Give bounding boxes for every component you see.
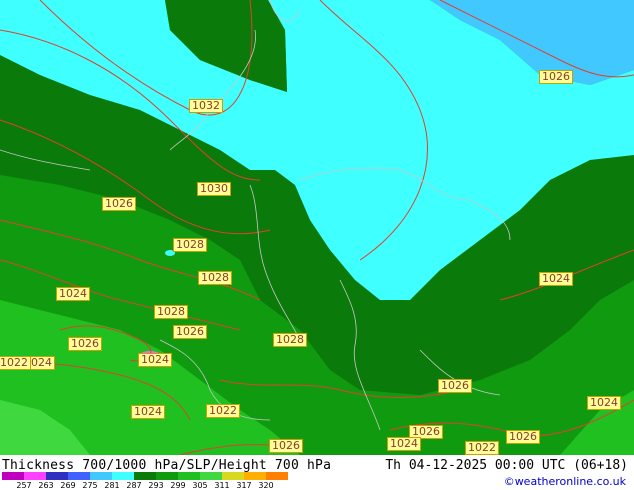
scale-swatch <box>134 472 156 480</box>
scale-tick-label: 275 <box>82 481 98 490</box>
scale-tick-label: 257 <box>16 481 32 490</box>
scale-swatch <box>200 472 222 480</box>
color-scale: 257 263 269 275 281 287 293 299 305 311 317 320 <box>2 472 302 490</box>
pressure-label: 1022 <box>0 356 31 370</box>
pressure-label: 1032 <box>189 99 223 113</box>
scale-tick-label: 269 <box>60 481 76 490</box>
pressure-label: 1024 <box>138 353 172 367</box>
scale-tick-label: 287 <box>126 481 142 490</box>
footer: Thickness 700/1000 hPa/SLP/Height 700 hP… <box>0 455 634 490</box>
scale-swatch <box>2 472 24 480</box>
scale-swatch <box>112 472 134 480</box>
pressure-label: 1024 <box>587 396 621 410</box>
pressure-label: 1024 <box>131 405 165 419</box>
scale-swatch <box>24 472 46 480</box>
scale-tick-label: 299 <box>170 481 186 490</box>
pressure-label: 1026 <box>68 337 102 351</box>
scale-swatch <box>244 472 266 480</box>
pressure-label: 1028 <box>273 333 307 347</box>
scale-swatch <box>156 472 178 480</box>
map-title: Thickness 700/1000 hPa/SLP/Height 700 hP… <box>2 458 332 473</box>
scale-tick-label: 320 <box>258 481 274 490</box>
pressure-label: 1026 <box>438 379 472 393</box>
pressure-label: 1026 <box>102 197 136 211</box>
pressure-label: 1026 <box>173 325 207 339</box>
pressure-label: 1028 <box>154 305 188 319</box>
pressure-label: 1022 <box>206 404 240 418</box>
scale-tick-label: 305 <box>192 481 208 490</box>
pressure-label: 1026 <box>506 430 540 444</box>
scale-tick-label: 263 <box>38 481 54 490</box>
pressure-label: 1030 <box>197 182 231 196</box>
scale-swatch <box>266 472 288 480</box>
pressure-label: 1028 <box>198 271 232 285</box>
pressure-label: 1024 <box>387 437 421 451</box>
weather-map <box>0 0 634 455</box>
pressure-label: 1026 <box>539 70 573 84</box>
valid-datetime: Th 04-12-2025 00:00 UTC (06+18) <box>385 458 628 473</box>
scale-tick-label: 311 <box>214 481 230 490</box>
pressure-label: 1026 <box>269 439 303 453</box>
scale-tick-label: 281 <box>104 481 120 490</box>
scale-tick-label: 317 <box>236 481 252 490</box>
scale-swatch <box>46 472 68 480</box>
credit-link[interactable]: ©weatheronline.co.uk <box>504 475 626 488</box>
pressure-label: 1022 <box>465 441 499 455</box>
scale-swatch <box>222 472 244 480</box>
scale-swatch <box>178 472 200 480</box>
pressure-label: 1024 <box>539 272 573 286</box>
pressure-label: 1028 <box>173 238 207 252</box>
scale-tick-label: 293 <box>148 481 164 490</box>
scale-swatch <box>90 472 112 480</box>
pressure-label: 1024 <box>56 287 90 301</box>
scale-swatch <box>68 472 90 480</box>
